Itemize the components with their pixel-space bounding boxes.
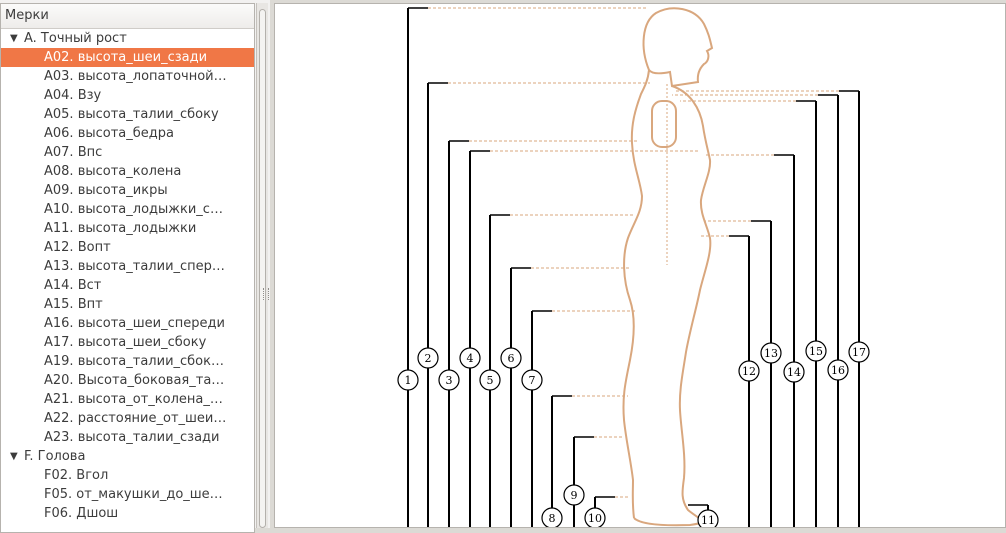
tree-item-label: A13. высота_талии_спер…	[44, 259, 225, 274]
expander-triangle-icon[interactable]: ▼	[10, 29, 18, 48]
tree-item[interactable]: A11. высота_лодыжки	[1, 219, 254, 238]
tree-item-label: A06. высота_бедра	[44, 126, 174, 141]
tree-item[interactable]: A12. Вопт	[1, 238, 254, 257]
tree-item[interactable]: A03. высота_лопаточной…	[1, 67, 254, 86]
figure-arm	[651, 100, 677, 148]
tree-item-label: A09. высота_икры	[44, 183, 168, 198]
body-figure	[622, 7, 714, 527]
measurement-number: 4	[467, 352, 474, 365]
measurement-number: 17	[852, 346, 866, 359]
tree-group-f[interactable]: ▼ F. Голова	[1, 447, 254, 466]
tree-group-label: F. Голова	[24, 449, 86, 464]
measurement-number: 7	[529, 374, 536, 387]
tree-item-label: F05. от_макушки_до_ше…	[44, 487, 223, 502]
tree-item[interactable]: A02. высота_шеи_сзади	[1, 48, 254, 67]
measurement-number: 5	[487, 374, 494, 387]
measurement-number: 16	[831, 364, 845, 377]
measurement-diagram-view: 1 2 3 4 5 6 7 8 9 10 11 12 13 14 15 16 17	[274, 3, 1006, 528]
tree-item-label: A10. высота_лодыжки_с…	[44, 202, 223, 217]
tree-item[interactable]: A08. высота_колена	[1, 162, 254, 181]
tree-item[interactable]: A05. высота_талии_сбоку	[1, 105, 254, 124]
tree-item[interactable]: A23. высота_талии_сзади	[1, 428, 254, 447]
figure-head	[642, 7, 714, 88]
measurement-number: 12	[742, 365, 756, 378]
tree-header[interactable]: Мерки	[1, 4, 254, 29]
tree-item[interactable]: A13. высота_талии_спер…	[1, 257, 254, 276]
tree-item-label: A15. Впт	[44, 297, 103, 312]
tree-item-label: A05. высота_талии_сбоку	[44, 107, 219, 122]
measurement-number: 14	[787, 366, 801, 379]
tree-item[interactable]: A15. Впт	[1, 295, 254, 314]
tree-item[interactable]: A20. Высота_боковая_та…	[1, 371, 254, 390]
measurement-number: 8	[549, 512, 556, 525]
tree-item-label: F06. Дшош	[44, 506, 119, 521]
tree-item-label: F02. Вгол	[44, 468, 109, 483]
tree-item-label: A03. высота_лопаточной…	[44, 69, 227, 84]
tree-item[interactable]: A04. Взу	[1, 86, 254, 105]
tree-item[interactable]: F06. Дшош	[1, 504, 254, 523]
tree-item[interactable]: A16. высота_шеи_спереди	[1, 314, 254, 333]
tree-item[interactable]: A21. высота_от_колена_…	[1, 390, 254, 409]
tree-item[interactable]: A07. Впс	[1, 143, 254, 162]
tree-item-label: A22. расстояние_от_шеи…	[44, 411, 227, 426]
measurement-diagram: 12345678910 11121314151617	[397, 7, 870, 527]
grip-icon	[263, 288, 269, 300]
measurement-number: 11	[701, 514, 715, 527]
tree-group-a[interactable]: ▼ A. Точный рост	[1, 29, 254, 48]
measurements-panel: Мерки ▼ A. Точный рост A02. высота_шеи_сза…	[0, 0, 270, 533]
figure-back	[622, 69, 650, 519]
tree-item-label: A17. высота_шеи_сбоку	[44, 335, 207, 350]
measurement-number: 6	[508, 352, 515, 365]
measurement-number: 15	[809, 345, 823, 358]
measurement-number: 9	[571, 489, 578, 502]
measurement-number: 1	[405, 374, 412, 387]
measurement-number: 3	[446, 374, 453, 387]
measurements-tree[interactable]: Мерки ▼ A. Точный рост A02. высота_шеи_сза…	[0, 3, 255, 533]
tree-item[interactable]: A19. высота_талии_сбок…	[1, 352, 254, 371]
tree-item[interactable]: A17. высота_шеи_сбоку	[1, 333, 254, 352]
tree-item-label: A21. высота_от_колена_…	[44, 392, 223, 407]
tree-item-label: A02. высота_шеи_сзади	[44, 50, 208, 65]
tree-item-label: A19. высота_талии_сбок…	[44, 354, 224, 369]
tree-item-label: A08. высота_колена	[44, 164, 182, 179]
measurement-number: 13	[764, 347, 778, 360]
figure-front	[671, 85, 712, 527]
tree-item-label: A11. высота_лодыжки	[44, 221, 197, 236]
scrollbar[interactable]	[256, 3, 269, 528]
tree-item-label: A23. высота_талии_сзади	[44, 430, 220, 445]
tree-item[interactable]: F02. Вгол	[1, 466, 254, 485]
measurement-number: 2	[425, 352, 432, 365]
tree-item-label: A16. высота_шеи_спереди	[44, 316, 225, 331]
scrollbar-thumb[interactable]	[259, 9, 269, 528]
expander-triangle-icon[interactable]: ▼	[10, 447, 18, 466]
figure-foot	[633, 517, 707, 527]
measurement-lines	[407, 7, 860, 527]
tree-item[interactable]: F05. от_макушки_до_ше…	[1, 485, 254, 504]
measurement-number: 10	[588, 512, 602, 525]
tree-group-label: A. Точный рост	[24, 31, 127, 46]
tree-item-label: A20. Высота_боковая_та…	[44, 373, 225, 388]
tree-item-label: A04. Взу	[44, 88, 102, 103]
tree-item-label: A12. Вопт	[44, 240, 111, 255]
tree-item[interactable]: A09. высота_икры	[1, 181, 254, 200]
tree-item[interactable]: A06. высота_бедра	[1, 124, 254, 143]
tree-item[interactable]: A22. расстояние_от_шеи…	[1, 409, 254, 428]
tree-item-label: A07. Впс	[44, 145, 103, 160]
tree-item-label: A14. Вст	[44, 278, 102, 293]
tree-item[interactable]: A14. Вст	[1, 276, 254, 295]
tree-item[interactable]: A10. высота_лодыжки_с…	[1, 200, 254, 219]
